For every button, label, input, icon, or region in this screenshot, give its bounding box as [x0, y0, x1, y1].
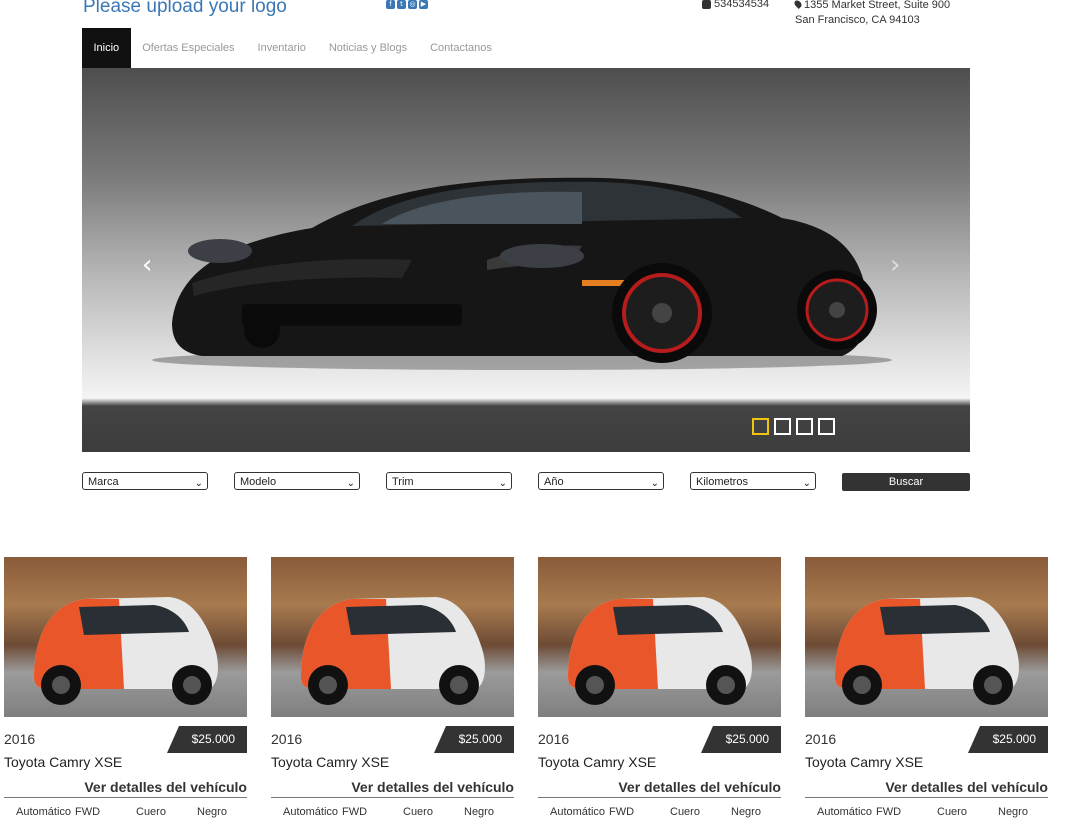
divider — [538, 797, 781, 798]
spec-interior: Cuero — [670, 806, 700, 818]
slider-indicators — [752, 418, 835, 435]
hero-slider[interactable]: ‹ › — [82, 68, 970, 452]
chevron-down-icon: ⌄ — [194, 478, 203, 489]
spec-transmission: Automático — [550, 806, 606, 818]
mileage-select-value: Kilometros — [696, 476, 748, 488]
trim-select[interactable]: Trim ⌄ — [386, 472, 512, 490]
year-select-value: Año — [544, 476, 564, 488]
view-details-link[interactable]: Ver detalles del vehículo — [351, 779, 514, 795]
price-badge: $25.000 — [701, 726, 781, 753]
address-block: 1355 Market Street, Suite 900 San Franci… — [793, 0, 951, 28]
social-links: f t ◎ ▶ — [386, 0, 428, 9]
vehicle-photo — [301, 597, 485, 705]
divider — [4, 797, 247, 798]
address-line-2: San Francisco, CA 94103 — [795, 14, 920, 26]
instagram-icon[interactable]: ◎ — [408, 0, 417, 9]
nav-item-ofertas-especiales[interactable]: Ofertas Especiales — [131, 28, 246, 68]
vehicle-card[interactable]: 2016 $25.000 Toyota Camry XSE Ver detall… — [805, 557, 1048, 818]
vehicle-photo — [568, 597, 752, 705]
model-select-value: Modelo — [240, 476, 277, 488]
chevron-down-icon: ⌄ — [346, 478, 355, 489]
nav-item-inventario[interactable]: Inventario — [246, 28, 317, 68]
vehicle-year: 2016 — [4, 731, 36, 747]
nav-item-contactanos[interactable]: Contactanos — [419, 28, 504, 68]
vehicle-year: 2016 — [805, 731, 837, 747]
facebook-icon[interactable]: f — [386, 0, 395, 9]
vehicle-year: 2016 — [271, 731, 303, 747]
chevron-down-icon: ⌄ — [802, 478, 811, 489]
vehicle-photo — [835, 597, 1019, 705]
price-badge: $25.000 — [167, 726, 247, 753]
chevron-left-icon[interactable]: ‹ — [142, 252, 160, 278]
slide-indicator[interactable] — [818, 418, 835, 435]
chevron-right-icon[interactable]: › — [890, 252, 908, 278]
vehicle-image[interactable] — [4, 557, 247, 717]
vehicle-image[interactable] — [538, 557, 781, 717]
search-button[interactable]: Buscar — [842, 473, 970, 491]
map-marker-icon — [793, 0, 803, 9]
view-details-link[interactable]: Ver detalles del vehículo — [885, 779, 1048, 795]
vehicle-card[interactable]: 2016 $25.000 Toyota Camry XSE Ver detall… — [4, 557, 247, 818]
view-details-link[interactable]: Ver detalles del vehículo — [84, 779, 247, 795]
spec-interior: Cuero — [937, 806, 967, 818]
year-select[interactable]: Año ⌄ — [538, 472, 664, 490]
spec-drive: FWD — [75, 806, 101, 818]
slide-indicator[interactable] — [796, 418, 813, 435]
vehicle-image[interactable] — [271, 557, 514, 717]
vehicle-model[interactable]: Toyota Camry XSE — [271, 754, 389, 770]
spec-drive: FWD — [876, 806, 902, 818]
chevron-down-icon: ⌄ — [498, 478, 507, 489]
twitter-icon[interactable]: t — [397, 0, 406, 9]
spec-color: Negro — [998, 806, 1028, 818]
phone-contact: 534534534 — [702, 0, 769, 10]
main-nav: Inicio Ofertas Especiales Inventario Not… — [82, 28, 503, 68]
phone-icon — [702, 0, 711, 9]
vehicle-search-bar: Marca ⌄ Modelo ⌄ Trim ⌄ Año ⌄ Kilometros ⌄ Bu… — [82, 472, 970, 492]
spec-transmission: Automático — [16, 806, 72, 818]
nav-item-inicio[interactable]: Inicio — [82, 28, 131, 68]
phone-number: 534534534 — [714, 0, 770, 10]
vehicle-photo — [34, 597, 218, 705]
vehicle-model[interactable]: Toyota Camry XSE — [538, 754, 656, 770]
nav-item-noticias-blogs[interactable]: Noticias y Blogs — [317, 28, 418, 68]
spec-color: Negro — [464, 806, 494, 818]
spec-drive: FWD — [609, 806, 635, 818]
vehicle-model[interactable]: Toyota Camry XSE — [4, 754, 122, 770]
spec-interior: Cuero — [136, 806, 166, 818]
price-badge: $25.000 — [434, 726, 514, 753]
make-select[interactable]: Marca ⌄ — [82, 472, 208, 490]
vehicle-card[interactable]: 2016 $25.000 Toyota Camry XSE Ver detall… — [538, 557, 781, 818]
divider — [805, 797, 1048, 798]
site-logo[interactable]: Please upload your logo — [83, 0, 287, 18]
spec-color: Negro — [197, 806, 227, 818]
spec-color: Negro — [731, 806, 761, 818]
mileage-select[interactable]: Kilometros ⌄ — [690, 472, 816, 490]
view-details-link[interactable]: Ver detalles del vehículo — [618, 779, 781, 795]
spec-transmission: Automático — [817, 806, 873, 818]
hero-car-image — [152, 177, 892, 370]
spec-drive: FWD — [342, 806, 368, 818]
spec-interior: Cuero — [403, 806, 433, 818]
vehicle-model[interactable]: Toyota Camry XSE — [805, 754, 923, 770]
youtube-icon[interactable]: ▶ — [419, 0, 428, 9]
make-select-value: Marca — [88, 476, 119, 488]
vehicle-image[interactable] — [805, 557, 1048, 717]
slide-indicator[interactable] — [752, 418, 769, 435]
spec-transmission: Automático — [283, 806, 339, 818]
price-badge: $25.000 — [968, 726, 1048, 753]
address-line-1: 1355 Market Street, Suite 900 — [804, 0, 951, 11]
vehicle-card[interactable]: 2016 $25.000 Toyota Camry XSE Ver detall… — [271, 557, 514, 818]
model-select[interactable]: Modelo ⌄ — [234, 472, 360, 490]
chevron-down-icon: ⌄ — [650, 478, 659, 489]
divider — [271, 797, 514, 798]
slide-indicator[interactable] — [774, 418, 791, 435]
trim-select-value: Trim — [392, 476, 414, 488]
vehicle-year: 2016 — [538, 731, 570, 747]
